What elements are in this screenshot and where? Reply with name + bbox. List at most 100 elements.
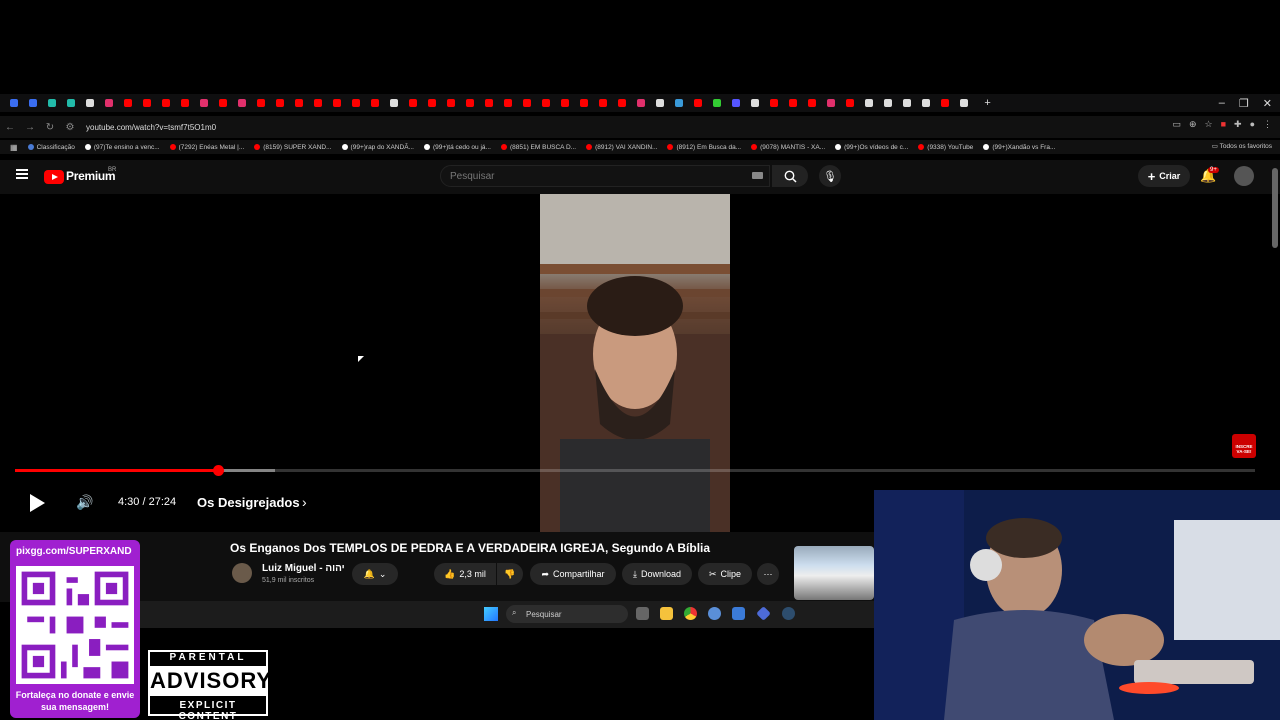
hamburger-menu-icon[interactable]	[16, 169, 28, 179]
browser-tab-favicon[interactable]	[332, 99, 341, 107]
browser-tab-favicon[interactable]	[674, 99, 683, 107]
url-field[interactable]: youtube.com/watch?v=tsmf7t5O1m0	[86, 123, 216, 132]
browser-tab-favicon[interactable]	[921, 99, 930, 107]
browser-tab-favicon[interactable]	[617, 99, 626, 107]
taskbar-search[interactable]: Pesquisar	[506, 605, 628, 623]
bookmark-item[interactable]: (8851) EM BUSCA D...	[500, 144, 576, 151]
browser-tab-favicon[interactable]	[85, 99, 94, 107]
browser-tab-favicon[interactable]	[256, 99, 265, 107]
browser-tab-favicon[interactable]	[275, 99, 284, 107]
all-bookmarks[interactable]: ▭ Todos os favoritos	[1212, 142, 1272, 150]
browser-tab-favicon[interactable]	[522, 99, 531, 107]
browser-tab-favicon[interactable]	[902, 99, 911, 107]
bookmark-item[interactable]: (8912) VAI XANDIN...	[586, 144, 657, 151]
browser-tab-favicon[interactable]	[142, 99, 151, 107]
bookmark-item[interactable]: (99+)Xandão vs Fra...	[983, 144, 1055, 151]
site-info-icon[interactable]: ⚙	[60, 122, 80, 133]
create-button[interactable]: + Criar	[1138, 165, 1190, 187]
browser-tab-favicon[interactable]	[541, 99, 550, 107]
new-tab-icon[interactable]: +	[984, 97, 990, 109]
browser-tab-favicon[interactable]	[161, 99, 170, 107]
browser-tab-favicon[interactable]	[180, 99, 189, 107]
browser-tab-favicon[interactable]	[389, 99, 398, 107]
zoom-icon[interactable]: ⊕	[1189, 119, 1197, 130]
share-button[interactable]: ➦ Compartilhar	[530, 563, 616, 585]
volume-icon[interactable]: 🔊	[76, 494, 93, 511]
browser-tab-favicon[interactable]	[769, 99, 778, 107]
star-icon[interactable]: ☆	[1205, 119, 1213, 130]
browser-tab-favicon[interactable]	[883, 99, 892, 107]
browser-tab-favicon[interactable]	[465, 99, 474, 107]
browser-tab-favicon[interactable]	[750, 99, 759, 107]
subscribe-bell-button[interactable]: 🔔 ⌄	[352, 563, 398, 585]
voice-search-button[interactable]: 🎙	[819, 165, 841, 187]
browser-tab-favicon[interactable]	[826, 99, 835, 107]
close-icon[interactable]: ✕	[1263, 97, 1272, 110]
chapter-title[interactable]: Os Desigrejados	[197, 495, 300, 510]
browser-tab-favicon[interactable]	[598, 99, 607, 107]
windows-start-icon[interactable]	[484, 607, 498, 621]
browser-tab-favicon[interactable]	[503, 99, 512, 107]
bookmark-item[interactable]: (99+)tá cedo ou já...	[423, 144, 491, 151]
page-scrollbar[interactable]	[1272, 168, 1278, 248]
browser-tab-favicon[interactable]	[313, 99, 322, 107]
browser-tab-favicon[interactable]	[579, 99, 588, 107]
browser-tab-favicon[interactable]	[237, 99, 246, 107]
profile-icon[interactable]: ●	[1250, 119, 1255, 130]
clip-button[interactable]: ✂ Clipe	[698, 563, 752, 585]
browser-tab-favicon[interactable]	[636, 99, 645, 107]
chevron-right-icon[interactable]: ›	[302, 494, 307, 510]
browser-tab-favicon[interactable]	[123, 99, 132, 107]
browser-tab-favicon[interactable]	[370, 99, 379, 107]
browser-tab-favicon[interactable]	[655, 99, 664, 107]
browser-tab-favicon[interactable]	[104, 99, 113, 107]
bookmark-item[interactable]: (8159) SUPER XAND...	[254, 144, 332, 151]
settings-icon[interactable]	[708, 607, 721, 620]
search-button[interactable]	[772, 165, 808, 187]
browser-tab-favicon[interactable]	[731, 99, 740, 107]
subscribe-watermark[interactable]: INSCRE VA-SE!	[1232, 434, 1256, 458]
more-actions-button[interactable]: ⋯	[757, 563, 779, 585]
browser-tab-favicon[interactable]	[294, 99, 303, 107]
task-view-icon[interactable]	[636, 607, 649, 620]
forward-icon[interactable]: →	[20, 122, 40, 133]
browser-tab-favicon[interactable]	[712, 99, 721, 107]
browser-tab-favicon[interactable]	[351, 99, 360, 107]
bookmark-item[interactable]: (7292) Enéas Metal |...	[169, 144, 244, 151]
browser-tab-favicon[interactable]	[807, 99, 816, 107]
chrome-icon[interactable]	[684, 607, 697, 620]
browser-tab-favicon[interactable]	[864, 99, 873, 107]
bookmark-item[interactable]: (9078) MANTIS - XA...	[751, 144, 825, 151]
file-explorer-icon[interactable]	[660, 607, 673, 620]
app-icon-round[interactable]	[782, 607, 795, 620]
back-icon[interactable]: ←	[0, 122, 20, 133]
app-icon[interactable]	[732, 607, 745, 620]
dislike-button[interactable]: 👎	[497, 563, 523, 585]
cast-icon[interactable]: ▭	[1172, 119, 1181, 130]
browser-tab-favicon[interactable]	[940, 99, 949, 107]
channel-avatar[interactable]	[232, 563, 252, 583]
bookmark-item[interactable]: (8912) Em Busca da...	[667, 144, 741, 151]
browser-tab-favicon[interactable]	[28, 99, 37, 107]
minimize-icon[interactable]: –	[1219, 97, 1225, 109]
reload-icon[interactable]: ↻	[40, 122, 60, 133]
browser-tab-favicon[interactable]	[560, 99, 569, 107]
bookmark-item[interactable]: (9338) YouTube	[918, 144, 973, 151]
apps-icon[interactable]: ▦	[10, 143, 18, 152]
bookmark-item[interactable]: (97)Te ensino a venc...	[84, 144, 160, 151]
browser-tab-favicon[interactable]	[9, 99, 18, 107]
maximize-icon[interactable]: ❐	[1239, 97, 1249, 110]
extension-icon[interactable]: ■	[1221, 119, 1226, 130]
channel-name[interactable]: Luiz Miguel - יהוה	[262, 563, 345, 574]
browser-tab-favicon[interactable]	[427, 99, 436, 107]
browser-tab-favicon[interactable]	[199, 99, 208, 107]
keyboard-icon[interactable]	[752, 172, 763, 179]
browser-tab-favicon[interactable]	[66, 99, 75, 107]
avatar[interactable]	[1234, 166, 1254, 186]
menu-icon[interactable]: ⋮	[1263, 119, 1272, 130]
browser-tab-favicon[interactable]	[484, 99, 493, 107]
browser-tab-favicon[interactable]	[408, 99, 417, 107]
like-button[interactable]: 👍 2,3 mil	[434, 563, 496, 585]
browser-tab-favicon[interactable]	[959, 99, 968, 107]
browser-tab-favicon[interactable]	[47, 99, 56, 107]
